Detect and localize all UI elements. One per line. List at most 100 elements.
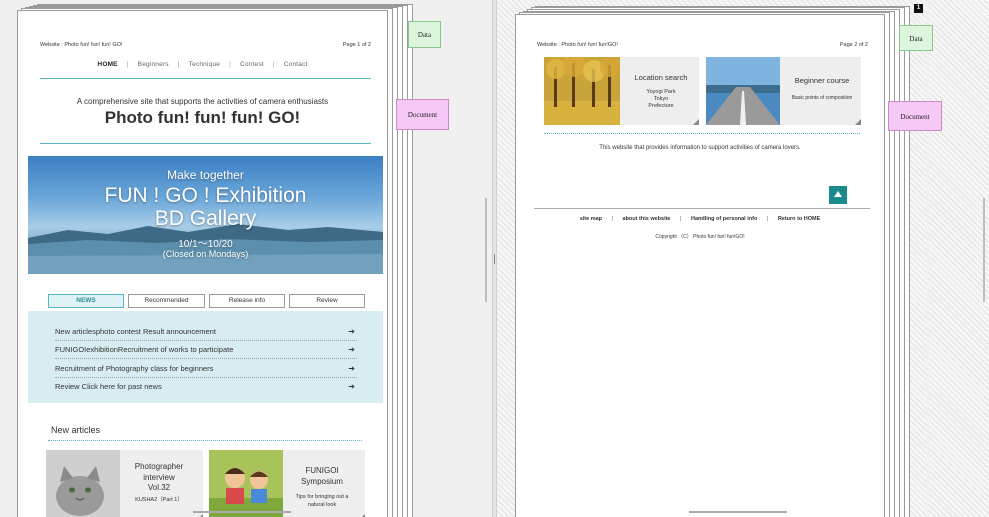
children-photo (209, 450, 283, 517)
arrow-right-icon: ➔ (348, 382, 355, 391)
card-corner-icon (855, 119, 861, 125)
nav-separator: | (229, 61, 231, 68)
card-title: Beginner course (794, 76, 850, 85)
document-page-2: Website : Photo fun! fun! fun!GO! Page 2… (515, 14, 885, 517)
card-subtitle-line: Tokyo (653, 96, 669, 102)
card-corner-icon (693, 119, 699, 125)
nav-contact[interactable]: Contact (284, 61, 308, 68)
footer-link-home[interactable]: Return to HOME (778, 216, 820, 222)
news-item-text: FUNIGOIexhibitionRecruitment of works to… (55, 345, 234, 354)
news-item[interactable]: FUNIGOIexhibitionRecruitment of works to… (55, 341, 357, 359)
article-card-symposium[interactable]: FUNIGOI Symposium Tips for bringing out … (209, 450, 365, 517)
header-divider (40, 78, 371, 79)
page-number: Page 2 of 2 (839, 42, 868, 48)
news-item-text: Recruitment of Photography class for beg… (55, 364, 214, 373)
card-subtitle: KUSHA2（Part 1） (135, 497, 183, 503)
section-divider (544, 133, 860, 134)
footer-separator: | (680, 216, 682, 222)
card-subtitle-line: Prefecture (648, 103, 674, 109)
location-search-card[interactable]: Location search Yoyogi Park Tokyo Prefec… (544, 57, 699, 125)
card-title-line: Photographer (134, 462, 184, 471)
banner-line-1: Make together (167, 168, 244, 182)
banner-dates: 10/1〜10/20 (178, 239, 233, 250)
news-item[interactable]: Review Click here for past news ➔ (55, 378, 357, 396)
park-photo (544, 57, 620, 125)
card-subtitle-line: natural look (307, 501, 337, 508)
cat-photo (46, 450, 120, 517)
card-title-line: Vol.32 (147, 483, 171, 492)
exhibition-banner[interactable]: Make together FUN ! GO ! Exhibition BD G… (28, 156, 383, 274)
banner-closed-note: (Closed on Mondays) (162, 249, 249, 259)
card-subtitle-line: Tips for bringing out a (295, 494, 349, 500)
data-label-box[interactable]: Data (899, 25, 933, 51)
site-label: Website : Photo fun! fun! fun! GO! (40, 42, 123, 48)
main-nav: HOME | Beginners | Technique | Contest |… (18, 61, 387, 68)
banner-line-2: FUN ! GO ! Exhibition (104, 184, 307, 207)
site-tagline: A comprehensive site that supports the a… (76, 97, 329, 106)
vertical-scrollbar[interactable] (485, 198, 487, 302)
news-item[interactable]: Recruitment of Photography class for beg… (55, 360, 357, 378)
card-subtitle: Yoyogi Park Tokyo Prefecture (626, 89, 696, 110)
footer-link-sitemap[interactable]: site map (580, 216, 602, 222)
card-subtitle: Tips for bringing out a natural look (289, 494, 355, 509)
splitter-grip-icon (494, 254, 495, 264)
page-header: Website : Photo fun! fun! fun!GO! Page 2… (537, 42, 868, 48)
news-list: New articlesphoto contest Result announc… (28, 311, 383, 403)
card-subtitle: Basic points of composition (791, 95, 853, 101)
new-articles-title: New articles (51, 425, 101, 435)
footer-divider (534, 208, 870, 209)
arrow-right-icon: ➔ (348, 327, 355, 336)
nav-beginners[interactable]: Beginners (138, 61, 169, 68)
nav-home[interactable]: HOME (97, 61, 117, 68)
footer-link-about[interactable]: about this website (623, 216, 671, 222)
nav-contest[interactable]: Contest (240, 61, 264, 68)
footer-separator: | (611, 216, 613, 222)
title-divider (40, 143, 371, 144)
arrow-right-icon: ➔ (348, 345, 355, 354)
site-info-text: This website that provides information t… (599, 145, 801, 151)
document-page-1: Website : Photo fun! fun! fun! GO! Page … (17, 10, 388, 517)
nav-separator: | (177, 61, 180, 68)
page-header: Website : Photo fun! fun! fun! GO! Page … (40, 42, 371, 48)
card-title: Location search (634, 73, 688, 82)
copyright-text: Copyright （C） Photo fun! fun! fun!GO! (655, 234, 745, 240)
horizontal-scrollbar[interactable] (193, 511, 291, 513)
footer-link-privacy[interactable]: Handling of personal info (691, 216, 757, 222)
nav-technique[interactable]: Technique (189, 61, 220, 68)
document-label-box[interactable]: Document (396, 99, 449, 130)
article-card-interview[interactable]: Photographer interview Vol.32 KUSHA2（Par… (46, 450, 203, 517)
card-title-line: FUNIGOI (305, 466, 339, 475)
road-photo (706, 57, 780, 125)
site-label: Website : Photo fun! fun! fun!GO! (537, 42, 618, 48)
site-title: Photo fun! fun! fun! GO! (104, 108, 301, 127)
news-item-text: New articlesphoto contest Result announc… (55, 327, 216, 336)
page-count-badge: 1 (914, 4, 923, 13)
news-item[interactable]: New articlesphoto contest Result announc… (55, 323, 357, 341)
scroll-to-top-icon[interactable] (829, 186, 847, 204)
card-title-line: interview (143, 472, 175, 482)
nav-separator: | (272, 61, 275, 68)
footer-separator: | (766, 216, 769, 222)
hatched-margin (929, 0, 989, 517)
left-preview-pane[interactable]: Website : Photo fun! fun! fun! GO! Page … (0, 0, 492, 517)
tab-review[interactable]: Review (289, 294, 365, 308)
right-preview-pane[interactable]: Website : Photo fun! fun! fun!GO! Page 2… (497, 0, 989, 517)
nav-separator: | (126, 61, 129, 68)
card-title: Photographer interview Vol.32 (126, 462, 192, 494)
news-item-text: Review Click here for past news (55, 382, 162, 391)
tab-recommended[interactable]: Recommended (128, 294, 205, 308)
tab-release-info[interactable]: Release info (209, 294, 285, 308)
card-subtitle-line: Yoyogi Park (646, 89, 676, 95)
document-label-box[interactable]: Document (888, 101, 942, 131)
footer-links: site map | about this website | Handling… (516, 216, 884, 222)
data-label-box[interactable]: Data (408, 21, 441, 48)
horizontal-scrollbar[interactable] (689, 511, 787, 513)
page-number: Page 1 of 2 (342, 42, 371, 48)
beginner-course-card[interactable]: Beginner course Basic points of composit… (706, 57, 861, 125)
section-divider (48, 440, 362, 441)
card-title: FUNIGOI Symposium (289, 466, 355, 487)
vertical-scrollbar[interactable] (983, 198, 985, 302)
arrow-right-icon: ➔ (348, 364, 355, 373)
tab-news[interactable]: NEWS (48, 294, 124, 308)
card-title-line: Symposium (301, 476, 343, 486)
